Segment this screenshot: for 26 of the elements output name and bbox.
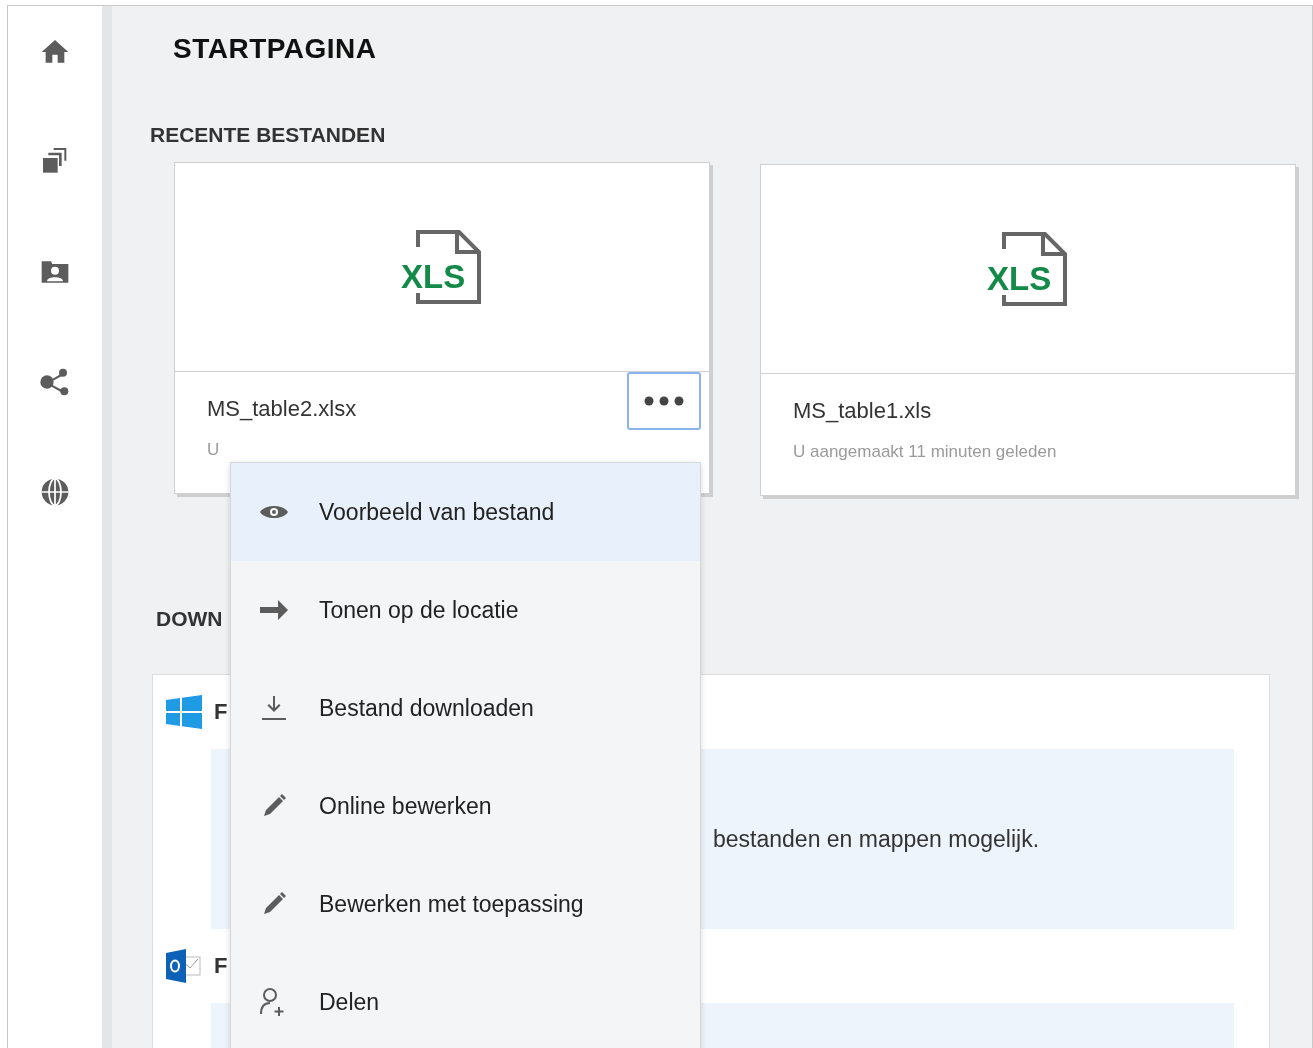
file-name: MS_table2.xlsx (207, 396, 357, 422)
download-title: F (214, 953, 228, 979)
download-icon (260, 694, 288, 722)
download-title: F (214, 699, 228, 725)
file-card[interactable]: XLS MS_table2.xlsx U (174, 162, 710, 494)
menu-item[interactable]: Tonen op de locatie (231, 561, 700, 659)
globe-icon (39, 476, 71, 508)
share-icon (39, 366, 71, 398)
menu-item[interactable]: Voorbeeld van bestand (231, 463, 700, 561)
section-heading: RECENTE BESTANDEN (150, 122, 387, 148)
page-title: STARTPAGINA (173, 32, 378, 66)
menu-item[interactable]: Delen (231, 953, 700, 1048)
mail-app-icon (166, 949, 202, 983)
more-button[interactable] (627, 372, 701, 430)
arrow-right-icon (258, 597, 290, 623)
file-name: MS_table1.xls (793, 398, 932, 424)
file-info: U (207, 440, 220, 460)
file-card[interactable]: XLS MS_table1.xls U aangemaakt 11 minuten geleden (760, 164, 1296, 496)
file-info: U aangemaakt 11 minuten geleden (793, 442, 1057, 462)
section-heading: DOWN (156, 606, 223, 632)
windows-icon (166, 695, 202, 729)
info-text: bestanden en mappen mogelijk. (713, 825, 1040, 853)
more-icon (644, 396, 684, 406)
menu-item[interactable]: Online bewerken (231, 757, 700, 855)
menu-item[interactable]: Bewerken met toepassing (231, 855, 700, 953)
menu-item[interactable]: Bestand downloaden (231, 659, 700, 757)
